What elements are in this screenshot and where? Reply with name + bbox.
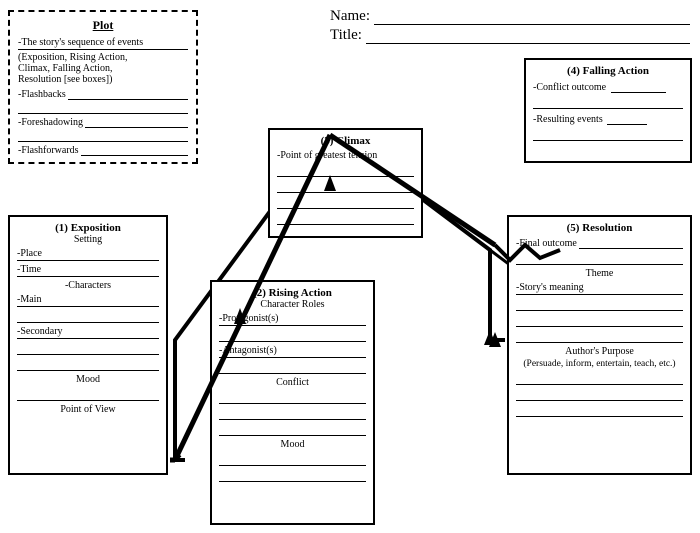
name-underline bbox=[374, 9, 690, 25]
pov-label: Point of View bbox=[17, 404, 159, 415]
name-label: Name: bbox=[330, 8, 370, 25]
plot-line1: -The story's sequence of events bbox=[18, 37, 188, 50]
resolution-title: (5) Resolution bbox=[516, 222, 683, 234]
meaning-blank3 bbox=[516, 330, 683, 343]
conflict-outcome-row: -Conflict outcome bbox=[533, 82, 683, 93]
plot-box: Plot -The story's sequence of events (Ex… bbox=[8, 10, 198, 164]
exposition-subtitle: Setting bbox=[17, 234, 159, 245]
protagonist-field: -Protagonist(s) bbox=[219, 313, 366, 326]
climax-title: (3) Climax bbox=[277, 135, 414, 147]
time-field: -Time bbox=[17, 264, 159, 277]
author-blank1 bbox=[516, 372, 683, 385]
rising-title: (2) Rising Action bbox=[219, 287, 366, 299]
plot-line2: (Exposition, Rising Action, bbox=[18, 52, 188, 63]
conflict-outcome-label: -Conflict outcome bbox=[533, 82, 606, 93]
title-underline bbox=[366, 28, 690, 44]
rising-action-box: (2) Rising Action Character Roles -Prota… bbox=[210, 280, 375, 525]
exposition-box: (1) Exposition Setting -Place -Time -Cha… bbox=[8, 215, 168, 475]
resulting-row: -Resulting events bbox=[533, 114, 683, 125]
climax-blank2 bbox=[277, 180, 414, 193]
author-desc: (Persuade, inform, entertain, teach, etc… bbox=[516, 359, 683, 369]
foreshadowing-blank bbox=[18, 128, 188, 142]
plot-title: Plot bbox=[18, 18, 188, 33]
climax-blank4 bbox=[277, 212, 414, 225]
author-purpose-label: Author's Purpose bbox=[516, 346, 683, 357]
exposition-title: (1) Exposition bbox=[17, 222, 159, 234]
meaning-blank1 bbox=[516, 298, 683, 311]
conflict-blank3 bbox=[219, 423, 366, 436]
meaning-label: -Story's meaning bbox=[516, 282, 584, 293]
secondary-field: -Secondary bbox=[17, 326, 159, 339]
antagonist-blank bbox=[219, 361, 366, 374]
meaning-field: -Story's meaning bbox=[516, 282, 683, 295]
conflict-blank2 bbox=[219, 407, 366, 420]
final-outcome-label: -Final outcome bbox=[516, 238, 577, 249]
climax-blank1 bbox=[277, 164, 414, 177]
meaning-blank2 bbox=[516, 314, 683, 327]
page: Name: Title: Plot -The story's sequence … bbox=[0, 0, 700, 533]
protagonist-blank bbox=[219, 329, 366, 342]
resulting-label: -Resulting events bbox=[533, 114, 603, 125]
author-blank2 bbox=[516, 388, 683, 401]
rising-subtitle: Character Roles bbox=[219, 299, 366, 310]
title-label: Title: bbox=[330, 27, 362, 44]
secondary-blank bbox=[17, 342, 159, 355]
rising-mood-label: Mood bbox=[219, 439, 366, 450]
characters-label: -Characters bbox=[17, 280, 159, 291]
pov-blank bbox=[17, 388, 159, 401]
main-blank bbox=[17, 310, 159, 323]
falling-action-box: (4) Falling Action -Conflict outcome -Re… bbox=[524, 58, 692, 163]
conflict-blank1 bbox=[219, 391, 366, 404]
plot-line3: Climax, Falling Action, bbox=[18, 63, 188, 74]
theme-label: Theme bbox=[516, 268, 683, 279]
climax-blank3 bbox=[277, 196, 414, 209]
mood-label: Mood bbox=[17, 374, 159, 385]
flashforwards-label: -Flashforwards bbox=[18, 145, 79, 156]
rising-mood-blank2 bbox=[219, 469, 366, 482]
climax-desc: -Point of greatest tension bbox=[277, 150, 414, 161]
author-blank3 bbox=[516, 404, 683, 417]
header: Name: Title: bbox=[330, 8, 690, 46]
resulting-blank bbox=[533, 128, 683, 141]
outcome-blank bbox=[533, 96, 683, 109]
falling-title: (4) Falling Action bbox=[533, 65, 683, 77]
flashbacks-blank bbox=[18, 100, 188, 114]
final-blank bbox=[516, 252, 683, 265]
resolution-box: (5) Resolution -Final outcome Theme -Sto… bbox=[507, 215, 692, 475]
flashbacks-label: -Flashbacks bbox=[18, 89, 66, 100]
place-field: -Place bbox=[17, 248, 159, 261]
rising-mood-blank1 bbox=[219, 453, 366, 466]
plot-line4: Resolution [see boxes]) bbox=[18, 74, 188, 85]
antagonist-field: -Antagonist(s) bbox=[219, 345, 366, 358]
main-field: -Main bbox=[17, 294, 159, 307]
conflict-label: Conflict bbox=[219, 377, 366, 388]
climax-box: (3) Climax -Point of greatest tension bbox=[268, 128, 423, 238]
foreshadowing-label: -Foreshadowing bbox=[18, 117, 83, 128]
mood-blank bbox=[17, 358, 159, 371]
